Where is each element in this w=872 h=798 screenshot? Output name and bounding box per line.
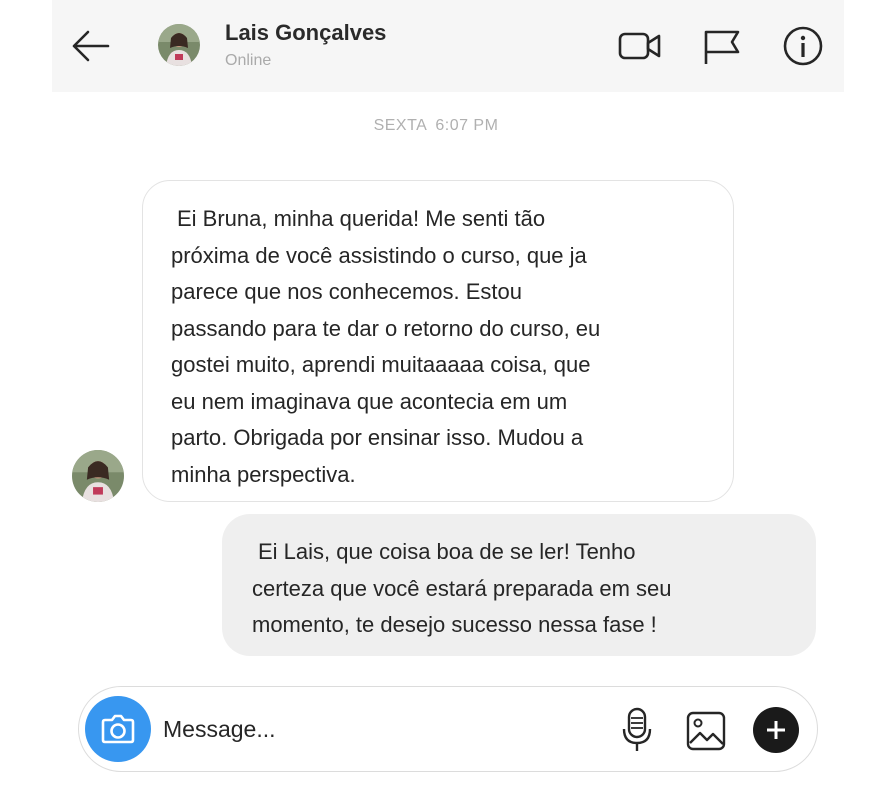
avatar-photo [72, 450, 124, 502]
gallery-button[interactable] [683, 709, 729, 753]
timestamp-day: SEXTA [373, 117, 428, 134]
timestamp-time: 6:07 PM [435, 117, 499, 134]
video-camera-icon [618, 32, 661, 60]
info-button[interactable] [780, 24, 826, 68]
message-line: Ei Bruna, minha querida! Me senti tão [177, 206, 546, 231]
plus-icon [767, 721, 785, 739]
voice-message-button[interactable] [617, 705, 657, 755]
message-line: minha perspectiva. [171, 461, 356, 487]
message-line: parto. Obrigada por ensinar isso. Mudou … [171, 425, 584, 450]
avatar-photo [158, 24, 200, 66]
message-composer [78, 686, 818, 772]
message-line: eu nem imaginava que acontecia em um [171, 388, 568, 414]
message-line: parece que nos conhecemos. Estou [171, 279, 523, 304]
message-line: gostei muito, aprendi muitaaaaa coisa, q… [171, 352, 591, 377]
report-button[interactable] [700, 24, 746, 68]
chat-header: Lais Gonçalves Online [52, 0, 844, 92]
message-line: próxima de você assistindo o curso, que … [171, 242, 587, 268]
message-timestamp: SEXTA 6:07 PM [0, 117, 872, 135]
message-line: momento, te desejo sucesso nessa fase ! [252, 612, 657, 637]
message-line: Ei Lais, que coisa boa de se ler! Tenho [258, 539, 636, 564]
camera-button[interactable] [85, 696, 151, 762]
message-line: passando para te dar o retorno do curso,… [171, 315, 601, 341]
camera-icon [101, 714, 135, 744]
flag-icon [704, 30, 740, 64]
video-call-button[interactable] [617, 24, 663, 68]
back-button[interactable] [66, 24, 116, 68]
message-line: certeza que você estará preparada em seu [252, 575, 672, 601]
outgoing-message-bubble[interactable]: Ei Lais, que coisa boa de se ler! Tenho … [222, 514, 816, 656]
contact-status: Online [225, 52, 272, 69]
message-input[interactable] [163, 709, 603, 749]
incoming-message-bubble[interactable]: Ei Bruna, minha querida! Me senti tão pr… [142, 180, 734, 502]
info-icon [783, 26, 823, 66]
more-options-button[interactable] [753, 707, 799, 753]
contact-avatar[interactable] [158, 24, 200, 66]
microphone-icon [622, 707, 652, 751]
sender-avatar[interactable] [72, 450, 124, 502]
back-arrow-icon [72, 30, 110, 62]
contact-name[interactable]: Lais Gonçalves [225, 20, 386, 46]
gallery-icon [686, 711, 726, 751]
